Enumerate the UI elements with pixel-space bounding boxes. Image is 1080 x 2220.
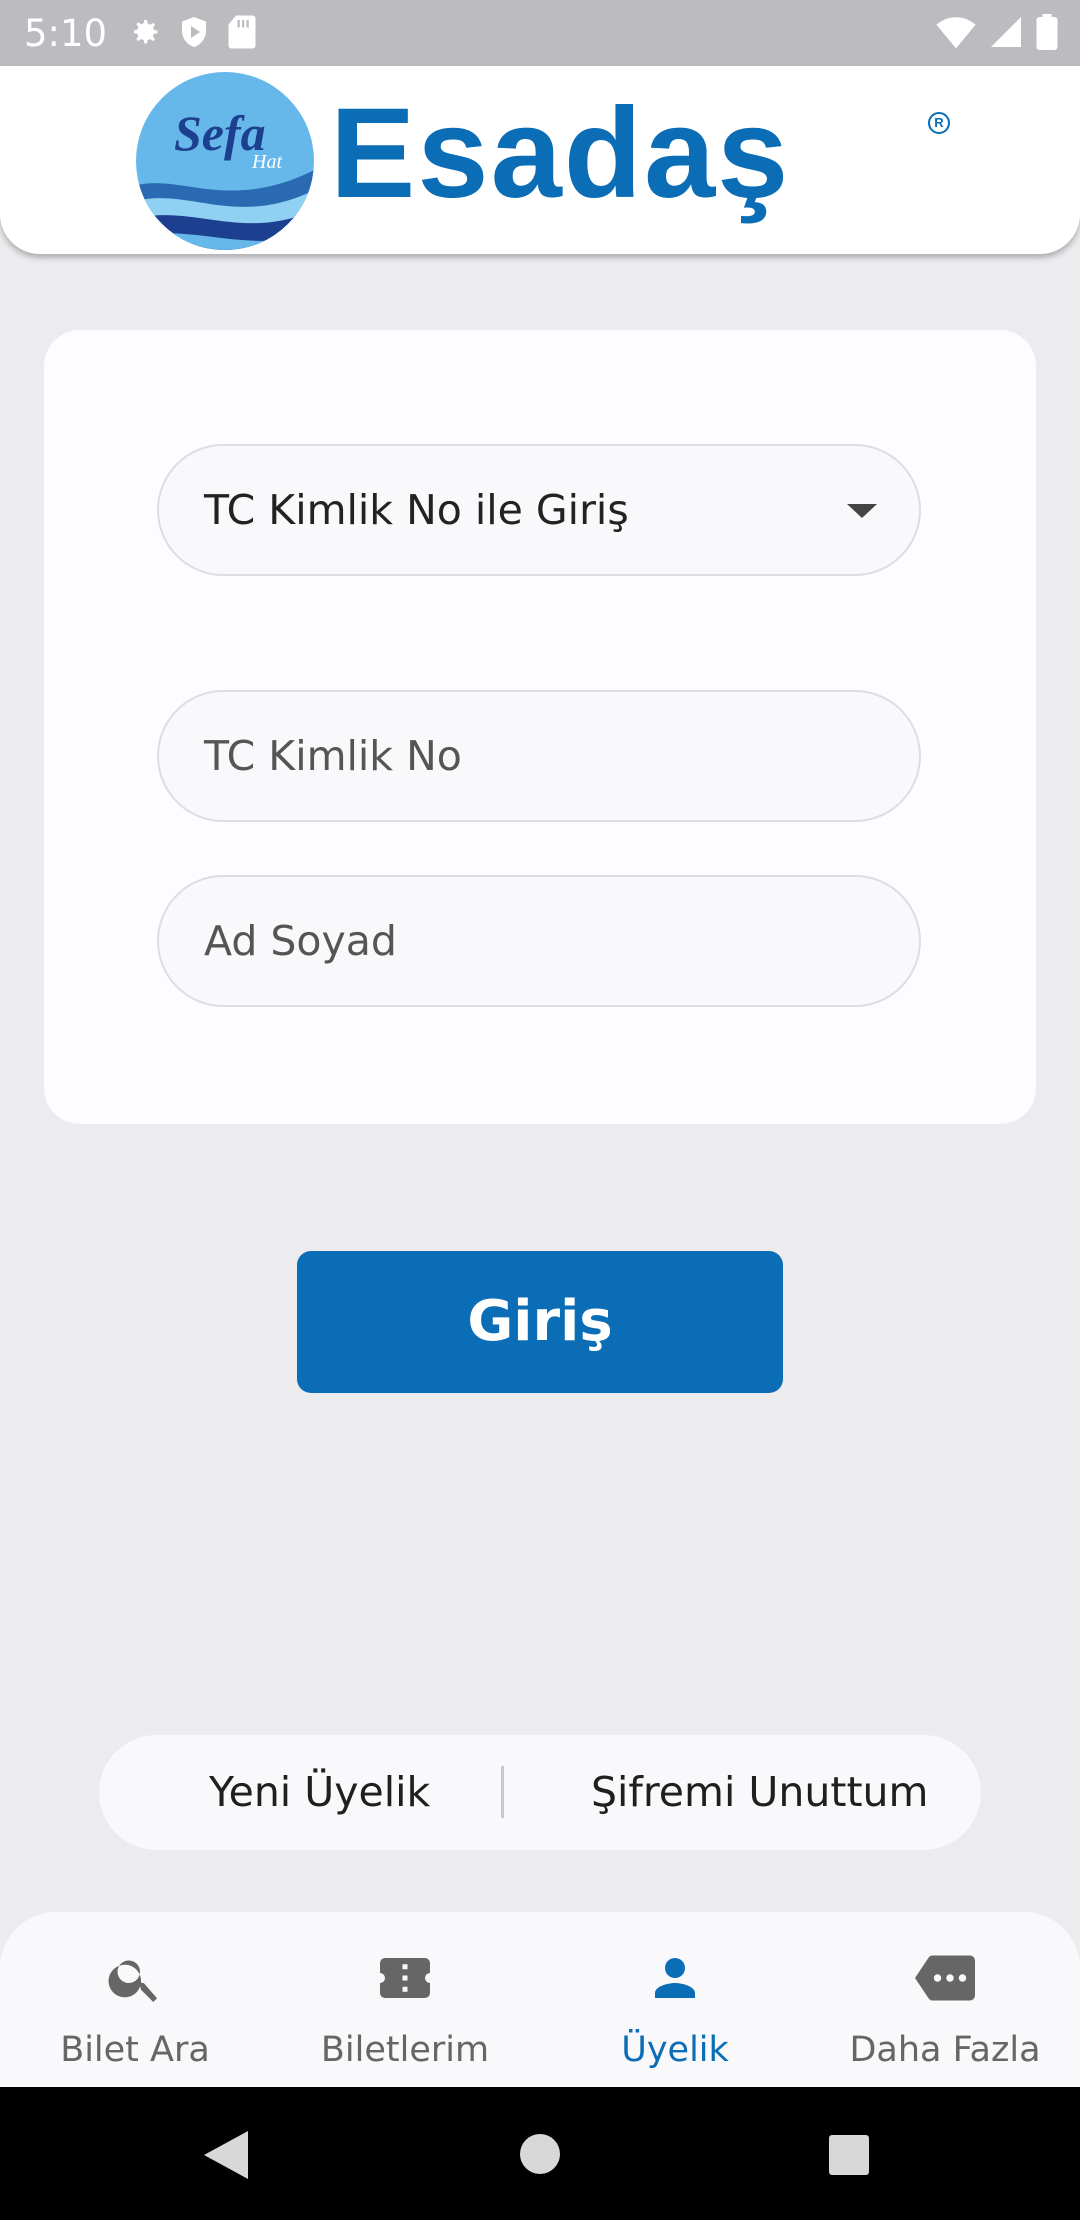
battery-icon <box>1036 14 1058 50</box>
nav-item-daha-fazla[interactable]: Daha Fazla <box>810 1912 1080 2087</box>
nav-item-bilet-ara[interactable]: Bilet Ara <box>0 1912 270 2087</box>
signal-icon <box>991 17 1021 47</box>
recents-icon[interactable] <box>829 2135 869 2175</box>
back-icon[interactable] <box>204 2131 248 2179</box>
nav-label: Daha Fazla <box>849 2030 1041 2070</box>
home-icon[interactable] <box>519 2133 561 2175</box>
status-time: 5:10 <box>24 12 108 55</box>
tc-kimlik-placeholder: TC Kimlik No <box>204 732 462 780</box>
nav-label: Biletlerim <box>320 2030 490 2070</box>
registered-mark-icon: R <box>928 112 950 134</box>
search-icon <box>108 1960 157 2002</box>
brand-name: Esadaş <box>330 82 791 225</box>
logo-hat-text: Hat <box>251 151 282 173</box>
status-system-icons <box>936 14 1058 50</box>
new-member-link[interactable]: Yeni Üyelik <box>209 1735 430 1850</box>
shield-play-icon <box>182 17 206 47</box>
tc-kimlik-input[interactable]: TC Kimlik No <box>157 690 921 822</box>
full-name-input[interactable]: Ad Soyad <box>157 875 921 1007</box>
nav-label: Üyelik <box>621 2030 729 2070</box>
nav-label: Bilet Ara <box>60 2030 210 2070</box>
sd-card-icon <box>228 15 256 49</box>
status-bar: 5:10 <box>0 0 1080 66</box>
person-icon <box>655 1958 695 1998</box>
full-name-placeholder: Ad Soyad <box>204 917 397 965</box>
wifi-icon <box>936 17 976 49</box>
links-divider <box>501 1766 504 1818</box>
app-header: Sefa Hat Esadaş R <box>0 66 1080 254</box>
bottom-navigation: Bilet Ara Biletlerim Üyelik Daha Fazla <box>0 1912 1080 2087</box>
login-type-select[interactable]: TC Kimlik No ile Giriş <box>157 444 921 576</box>
status-notification-icons <box>126 14 258 50</box>
ticket-icon <box>380 1958 430 1998</box>
more-icon <box>915 1955 975 2001</box>
forgot-password-link[interactable]: Şifremi Unuttum <box>591 1735 928 1850</box>
nav-item-uyelik[interactable]: Üyelik <box>540 1912 810 2087</box>
account-links: Yeni Üyelik Şifremi Unuttum <box>99 1735 981 1850</box>
login-form-card: TC Kimlik No ile Giriş TC Kimlik No Ad S… <box>44 330 1036 1124</box>
settings-icon <box>133 19 158 44</box>
login-type-value: TC Kimlik No ile Giriş <box>204 486 629 534</box>
sefa-hat-logo-icon: Sefa Hat <box>136 72 314 250</box>
nav-item-biletlerim[interactable]: Biletlerim <box>270 1912 540 2087</box>
system-navigation-bar <box>0 2087 1080 2220</box>
login-button[interactable]: Giriş <box>297 1251 783 1393</box>
chevron-down-icon <box>847 504 877 518</box>
